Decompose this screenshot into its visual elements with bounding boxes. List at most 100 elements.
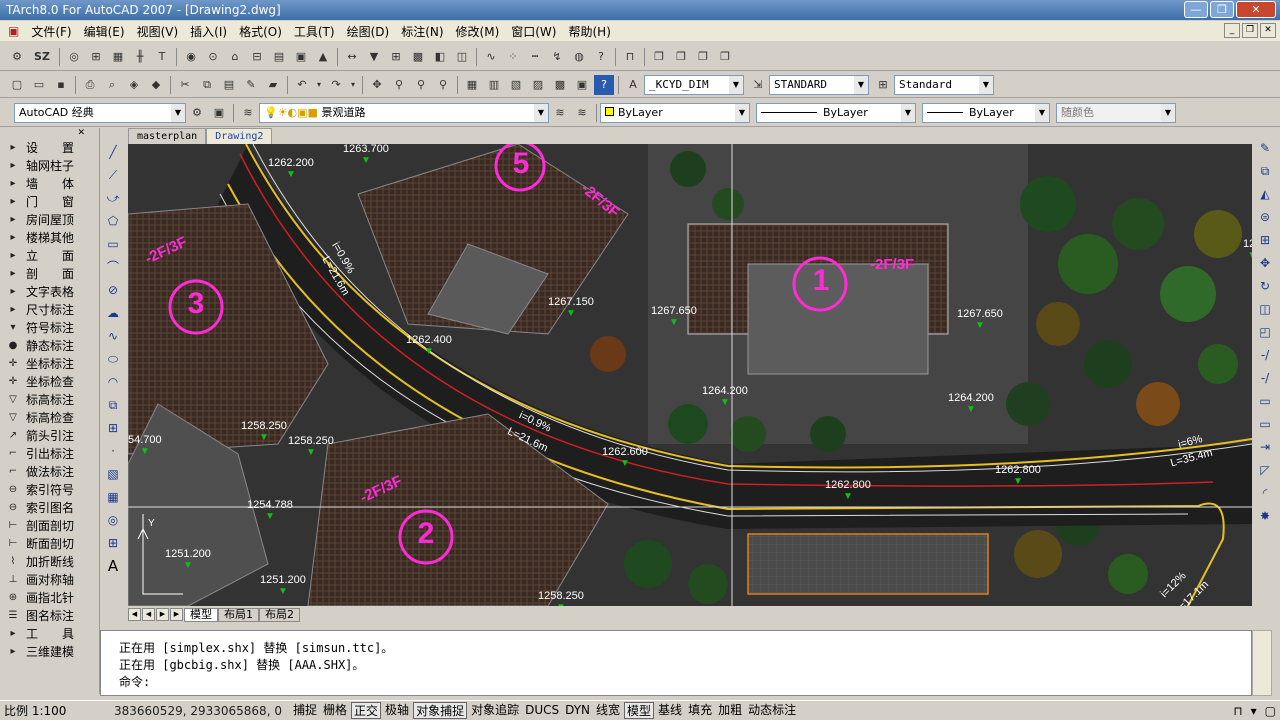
color-select[interactable]: ByLayer ▼ xyxy=(600,102,750,123)
window-close-all-icon[interactable]: ❐ xyxy=(715,47,735,67)
menu-draw[interactable]: 绘图(D) xyxy=(341,23,396,40)
sidebar-item-index[interactable]: ⊖ 索引符号 xyxy=(0,480,99,498)
point-icon[interactable]: · xyxy=(104,442,122,460)
polyline-icon[interactable]: ⤻ xyxy=(104,189,122,207)
sidebar-item-index-title[interactable]: ⊖ 索引图名 xyxy=(0,498,99,516)
mtext-icon[interactable]: A xyxy=(104,557,122,575)
help-icon[interactable]: ? xyxy=(594,74,614,95)
new-icon[interactable]: ▢ xyxy=(7,75,27,95)
sidebar-item-height-check[interactable]: ▽ 标高检查 xyxy=(0,408,99,426)
rectangle-icon[interactable]: ▭ xyxy=(104,235,122,253)
menu-tools[interactable]: 工具(T) xyxy=(288,23,341,40)
line-icon[interactable]: ╱ xyxy=(104,143,122,161)
snap-icon[interactable]: ⊙ xyxy=(203,47,223,67)
command-window[interactable]: 正在用 [simplex.shx] 替换 [simsun.ttc]。 正在用 [… xyxy=(100,630,1252,696)
tray-icon[interactable]: ▾ xyxy=(1247,704,1261,718)
sidebar-item-arrow-note[interactable]: ↗ 箭头引注 xyxy=(0,426,99,444)
minimize-button[interactable]: — xyxy=(1184,1,1208,18)
layer-select[interactable]: 💡☀◐▣■ 景观道路 ▼ xyxy=(259,102,549,123)
sidebar-item-elevation[interactable]: ▸ 立 面 xyxy=(0,246,99,264)
tab-layout1[interactable]: 布局1 xyxy=(218,607,259,622)
sidebar-item-leader[interactable]: ⌐ 引出标注 xyxy=(0,444,99,462)
clean-screen-icon[interactable]: ▢ xyxy=(1261,704,1280,718)
ellipse-arc-icon[interactable]: ◠ xyxy=(104,373,122,391)
ortho-toggle[interactable]: 正交 xyxy=(351,702,382,719)
sidebar-item-room-roof[interactable]: ▸ 房间屋顶 xyxy=(0,210,99,228)
textstyle-icon[interactable]: A xyxy=(623,75,643,95)
doc-close-button[interactable]: ✕ xyxy=(1260,23,1276,38)
chamfer-icon[interactable]: ◸ xyxy=(1256,461,1274,479)
array-icon[interactable]: ⊞ xyxy=(1256,231,1274,249)
last-layout-icon[interactable]: ▶ xyxy=(170,608,183,621)
sidebar-item-section[interactable]: ▸ 剖 面 xyxy=(0,264,99,282)
menu-format[interactable]: 格式(O) xyxy=(233,23,288,40)
dyn-toggle[interactable]: DYN xyxy=(563,702,592,719)
maximize-button[interactable]: ❐ xyxy=(1210,1,1234,18)
explode-icon[interactable]: ✸ xyxy=(1256,507,1274,525)
region-icon[interactable]: ◎ xyxy=(104,511,122,529)
text-icon[interactable]: T xyxy=(152,47,172,67)
offset-icon[interactable]: ⊜ xyxy=(1256,208,1274,226)
polar-toggle[interactable]: 极轴 xyxy=(383,702,411,719)
doc-restore-button[interactable]: ❐ xyxy=(1242,23,1258,38)
lock-icon[interactable]: ⊓ xyxy=(1229,704,1246,718)
tablestyle-icon[interactable]: ⊞ xyxy=(873,75,893,95)
close-icon[interactable]: ✕ xyxy=(77,128,85,138)
zoom-window-icon[interactable]: ⚲ xyxy=(411,75,431,95)
tab-layout2[interactable]: 布局2 xyxy=(259,607,300,622)
arc-icon[interactable]: ⌒ xyxy=(104,258,122,276)
sidebar-item-symmetry[interactable]: ⊥ 画对称轴 xyxy=(0,570,99,588)
sidebar-item-wall[interactable]: ▸ 墙 体 xyxy=(0,174,99,192)
table-icon[interactable]: ⊞ xyxy=(104,534,122,552)
menu-window[interactable]: 窗口(W) xyxy=(505,23,562,40)
sidebar-item-stair[interactable]: ▸ 楼梯其他 xyxy=(0,228,99,246)
hatch-icon[interactable]: ▩ xyxy=(408,47,428,67)
save-icon[interactable]: ▪ xyxy=(51,75,71,95)
baseline-toggle[interactable]: 基线 xyxy=(656,702,684,719)
pin-icon[interactable]: ↯ xyxy=(547,47,567,67)
3d-icon[interactable]: ◆ xyxy=(146,75,166,95)
preview-icon[interactable]: ⌕ xyxy=(102,75,122,95)
tarch-settings-icon[interactable]: ⚙ xyxy=(7,47,27,67)
window-arrange-icon[interactable]: ❐ xyxy=(693,47,713,67)
lineweight-select[interactable]: ByLayer ▼ xyxy=(922,102,1050,123)
menu-insert[interactable]: 插入(I) xyxy=(184,23,233,40)
menu-edit[interactable]: 编辑(E) xyxy=(78,23,131,40)
workspace-select[interactable]: AutoCAD 经典 ▼ xyxy=(14,102,186,123)
menu-modify[interactable]: 修改(M) xyxy=(450,23,506,40)
extend-icon[interactable]: ‐/ xyxy=(1256,369,1274,387)
paste-icon[interactable]: ▤ xyxy=(219,75,239,95)
join-icon[interactable]: ⇥ xyxy=(1256,438,1274,456)
make-current-icon[interactable]: ≋ xyxy=(572,103,592,123)
room-icon[interactable]: ▣ xyxy=(291,47,311,67)
insert-block-icon[interactable]: ⧉ xyxy=(104,396,122,414)
circle-icon[interactable]: ◉ xyxy=(181,47,201,67)
roof-icon[interactable]: ▲ xyxy=(313,47,333,67)
first-layout-icon[interactable]: ◀ xyxy=(128,608,141,621)
sidebar-item-door-window[interactable]: ▸ 门 窗 xyxy=(0,192,99,210)
workspace-settings-icon[interactable]: ⚙ xyxy=(187,103,207,123)
layer-previous-icon[interactable]: ≋ xyxy=(550,103,570,123)
sidebar-item-break-line[interactable]: ⌇ 加折断线 xyxy=(0,552,99,570)
undo-icon[interactable]: ↶ xyxy=(292,75,312,95)
sidebar-item-static-label[interactable]: ● 静态标注 xyxy=(0,336,99,354)
help-icon[interactable]: ? xyxy=(591,47,611,67)
ducs-toggle[interactable]: DUCS xyxy=(523,702,561,719)
tab-drawing2[interactable]: Drawing2 xyxy=(206,128,273,144)
window-icon[interactable]: ⊟ xyxy=(247,47,267,67)
dimstyle-icon[interactable]: ⇲ xyxy=(748,75,768,95)
block-icon[interactable]: ◫ xyxy=(452,47,472,67)
sidebar-item-method[interactable]: ⌐ 做法标注 xyxy=(0,462,99,480)
workspace-save-icon[interactable]: ▣ xyxy=(209,103,229,123)
properties-icon[interactable]: ▦ xyxy=(462,75,482,95)
snap-toggle[interactable]: 捕捉 xyxy=(291,702,319,719)
layer-manager-icon[interactable]: ≋ xyxy=(238,103,258,123)
measure-icon[interactable]: ┅ xyxy=(525,47,545,67)
stretch-icon[interactable]: ◰ xyxy=(1256,323,1274,341)
ellipse-icon[interactable]: ⬭ xyxy=(104,350,122,368)
wall-icon[interactable]: ╫ xyxy=(130,47,150,67)
door-icon[interactable]: ⌂ xyxy=(225,47,245,67)
scale-icon[interactable]: ◫ xyxy=(1256,300,1274,318)
trim-icon[interactable]: ‐/ xyxy=(1256,346,1274,364)
circle-icon[interactable]: ⊘ xyxy=(104,281,122,299)
